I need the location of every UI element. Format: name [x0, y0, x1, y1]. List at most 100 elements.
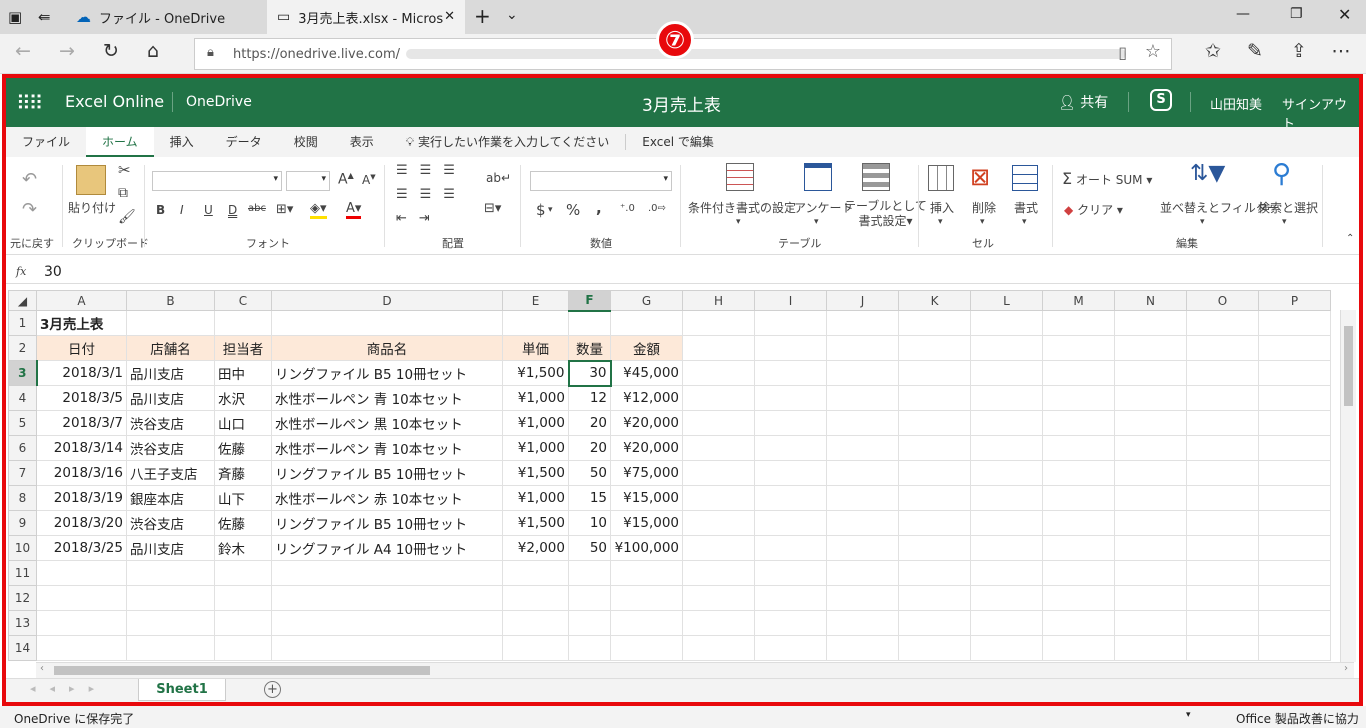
- cell[interactable]: [271, 560, 503, 586]
- cell[interactable]: [682, 410, 755, 436]
- cell[interactable]: [1042, 635, 1115, 661]
- status-dropdown-icon[interactable]: ▾: [1186, 710, 1191, 720]
- percent-button[interactable]: %: [566, 201, 580, 219]
- header-cell[interactable]: 数量: [568, 335, 611, 361]
- cell[interactable]: [1042, 510, 1115, 536]
- cell[interactable]: ¥75,000: [610, 460, 683, 486]
- cell[interactable]: [754, 535, 827, 561]
- cell[interactable]: [1186, 510, 1259, 536]
- cell[interactable]: 水性ボールペン 青 10本セット: [271, 435, 503, 461]
- cell[interactable]: [1258, 360, 1331, 386]
- cell[interactable]: [214, 585, 272, 611]
- cell[interactable]: [682, 510, 755, 536]
- cell[interactable]: [271, 610, 503, 636]
- cell[interactable]: [1186, 635, 1259, 661]
- cell[interactable]: [754, 485, 827, 511]
- clear-button[interactable]: ◆ クリア ▾: [1064, 201, 1123, 218]
- new-tab-icon[interactable]: +: [474, 4, 491, 28]
- cell[interactable]: 山口: [214, 410, 272, 436]
- cell[interactable]: [826, 560, 899, 586]
- cell[interactable]: 2018/3/14: [36, 435, 127, 461]
- cell[interactable]: ¥1,500: [502, 460, 569, 486]
- formula-input[interactable]: 30: [44, 264, 62, 280]
- cell[interactable]: [826, 435, 899, 461]
- cell[interactable]: [1042, 560, 1115, 586]
- cell[interactable]: [1114, 310, 1187, 336]
- cell[interactable]: [826, 585, 899, 611]
- cell[interactable]: [682, 585, 755, 611]
- cell[interactable]: ¥2,000: [502, 535, 569, 561]
- cell[interactable]: [1186, 560, 1259, 586]
- cell[interactable]: [1042, 460, 1115, 486]
- select-all-corner[interactable]: ◢: [8, 290, 37, 311]
- tab-data[interactable]: データ: [210, 127, 278, 157]
- cell[interactable]: リングファイル A4 10冊セット: [271, 535, 503, 561]
- cell[interactable]: [754, 335, 827, 361]
- cell[interactable]: [898, 610, 971, 636]
- cell[interactable]: リングファイル B5 10冊セット: [271, 510, 503, 536]
- cell[interactable]: [1114, 385, 1187, 411]
- reading-view-icon[interactable]: ▯: [1118, 43, 1127, 62]
- cell[interactable]: [214, 635, 272, 661]
- cell[interactable]: [898, 310, 971, 336]
- cell[interactable]: 水性ボールペン 赤 10本セット: [271, 485, 503, 511]
- tab-manager-icon[interactable]: ▣: [8, 8, 22, 26]
- cell[interactable]: [826, 635, 899, 661]
- improve-office-link[interactable]: Office 製品改善に協力: [1236, 710, 1359, 727]
- cell[interactable]: 山下: [214, 485, 272, 511]
- cell[interactable]: [970, 385, 1043, 411]
- cell[interactable]: [970, 360, 1043, 386]
- cell[interactable]: [754, 410, 827, 436]
- cell[interactable]: [1114, 510, 1187, 536]
- cell[interactable]: [1114, 360, 1187, 386]
- cell[interactable]: [1258, 385, 1331, 411]
- column-header[interactable]: A: [36, 290, 127, 311]
- cell[interactable]: [682, 335, 755, 361]
- cell[interactable]: 品川支店: [126, 360, 215, 386]
- cell[interactable]: [682, 435, 755, 461]
- insert-cells-icon[interactable]: [928, 165, 954, 191]
- column-header[interactable]: D: [271, 290, 503, 311]
- row-header[interactable]: 4: [8, 385, 37, 411]
- sheet-nav-icons[interactable]: ◂◂▸▸: [30, 682, 108, 695]
- cell[interactable]: [1258, 435, 1331, 461]
- cell[interactable]: [682, 610, 755, 636]
- skype-icon[interactable]: S: [1150, 89, 1172, 111]
- cell[interactable]: [682, 460, 755, 486]
- row-header[interactable]: 9: [8, 510, 37, 536]
- row-header[interactable]: 5: [8, 410, 37, 436]
- header-cell[interactable]: 日付: [36, 335, 127, 361]
- cell[interactable]: [36, 610, 127, 636]
- tab-home[interactable]: ホーム: [86, 127, 154, 157]
- comma-button[interactable]: ,: [596, 199, 602, 217]
- delete-cells-icon[interactable]: ⊠: [970, 163, 990, 191]
- collapse-ribbon-icon[interactable]: ⌃: [1346, 233, 1354, 244]
- borders-icon[interactable]: ⊞▾: [276, 202, 293, 217]
- row-header[interactable]: 7: [8, 460, 37, 486]
- cell[interactable]: [1042, 335, 1115, 361]
- cell[interactable]: [1258, 585, 1331, 611]
- cell[interactable]: [568, 560, 611, 586]
- cell[interactable]: 10: [568, 510, 611, 536]
- cell[interactable]: [826, 310, 899, 336]
- copy-icon[interactable]: ⧉: [118, 185, 128, 201]
- cell[interactable]: [970, 560, 1043, 586]
- cell[interactable]: 斉藤: [214, 460, 272, 486]
- cell[interactable]: [1258, 335, 1331, 361]
- cell[interactable]: ¥1,000: [502, 385, 569, 411]
- cell[interactable]: [1114, 635, 1187, 661]
- scroll-left-icon[interactable]: ‹: [40, 663, 44, 674]
- row-header[interactable]: 14: [8, 635, 37, 661]
- dropdown-icon[interactable]: ▾: [938, 217, 943, 227]
- cell[interactable]: [898, 485, 971, 511]
- cell[interactable]: [1186, 535, 1259, 561]
- cell[interactable]: [1186, 310, 1259, 336]
- cell[interactable]: [1042, 435, 1115, 461]
- tab-insert[interactable]: 挿入: [154, 127, 210, 157]
- paste-button[interactable]: 貼り付け: [68, 199, 116, 216]
- dropdown-icon[interactable]: ▾: [1282, 217, 1287, 227]
- cell[interactable]: [754, 435, 827, 461]
- find-select-button[interactable]: 検索と選択: [1258, 199, 1318, 216]
- cell[interactable]: [214, 310, 272, 336]
- cell[interactable]: [826, 485, 899, 511]
